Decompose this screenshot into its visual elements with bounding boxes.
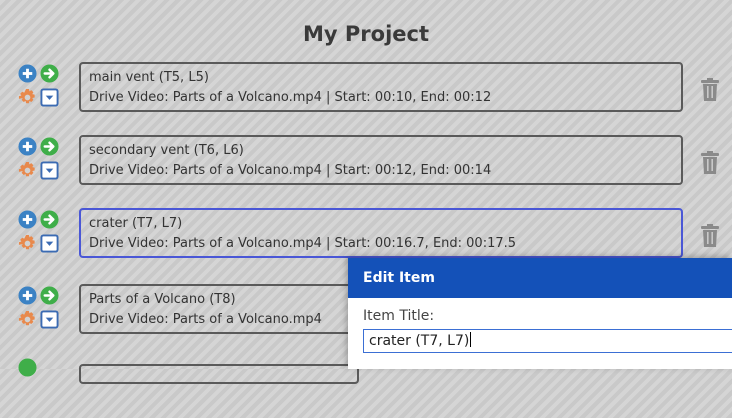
list-item: secondary vent (T6, L6) Drive Video: Par… [0, 135, 732, 197]
gear-icon[interactable] [18, 88, 37, 107]
go-arrow-icon[interactable] [40, 64, 59, 83]
item-controls [18, 135, 68, 185]
item-title: Parts of a Volcano (T8) [89, 292, 236, 307]
trash-icon[interactable] [700, 224, 720, 248]
add-icon[interactable] [18, 137, 37, 156]
item-title: secondary vent (T6, L6) [89, 143, 244, 158]
dropdown-icon[interactable] [40, 161, 59, 180]
trash-icon[interactable] [700, 151, 720, 175]
gear-icon[interactable] [18, 234, 37, 253]
add-icon[interactable] [18, 286, 37, 305]
item-box[interactable] [79, 364, 359, 384]
item-controls [18, 62, 68, 112]
add-icon[interactable] [18, 358, 37, 377]
go-arrow-icon[interactable] [40, 210, 59, 229]
item-title: crater (T7, L7) [89, 216, 183, 231]
item-detail: Drive Video: Parts of a Volcano.mp4 [89, 312, 322, 327]
add-icon[interactable] [18, 210, 37, 229]
popup-header: Edit Item [348, 258, 732, 298]
dropdown-icon[interactable] [40, 310, 59, 329]
item-box[interactable]: secondary vent (T6, L6) Drive Video: Par… [79, 135, 683, 185]
item-detail: Drive Video: Parts of a Volcano.mp4 | St… [89, 163, 492, 178]
item-title-value: crater (T7, L7) [369, 333, 470, 349]
item-box[interactable]: main vent (T5, L5) Drive Video: Parts of… [79, 62, 683, 112]
dropdown-icon[interactable] [40, 234, 59, 253]
go-arrow-icon[interactable] [40, 137, 59, 156]
item-detail: Drive Video: Parts of a Volcano.mp4 | St… [89, 90, 492, 105]
item-box[interactable]: crater (T7, L7) Drive Video: Parts of a … [79, 208, 683, 258]
gear-icon[interactable] [18, 161, 37, 180]
project-title: My Project [303, 22, 429, 46]
item-controls [18, 284, 68, 334]
go-arrow-icon[interactable] [40, 286, 59, 305]
item-title: main vent (T5, L5) [89, 70, 209, 85]
trash-icon[interactable] [700, 78, 720, 102]
item-controls [18, 208, 68, 258]
list-item: main vent (T5, L5) Drive Video: Parts of… [0, 62, 732, 124]
item-title-label: Item Title: [363, 308, 435, 324]
dropdown-icon[interactable] [40, 88, 59, 107]
edit-item-popup: Edit Item Item Title: crater (T7, L7) [348, 258, 732, 369]
text-cursor [470, 332, 472, 347]
gear-icon[interactable] [18, 310, 37, 329]
add-icon[interactable] [18, 64, 37, 83]
item-title-input[interactable]: crater (T7, L7) [363, 329, 732, 353]
item-detail: Drive Video: Parts of a Volcano.mp4 | St… [89, 236, 517, 251]
